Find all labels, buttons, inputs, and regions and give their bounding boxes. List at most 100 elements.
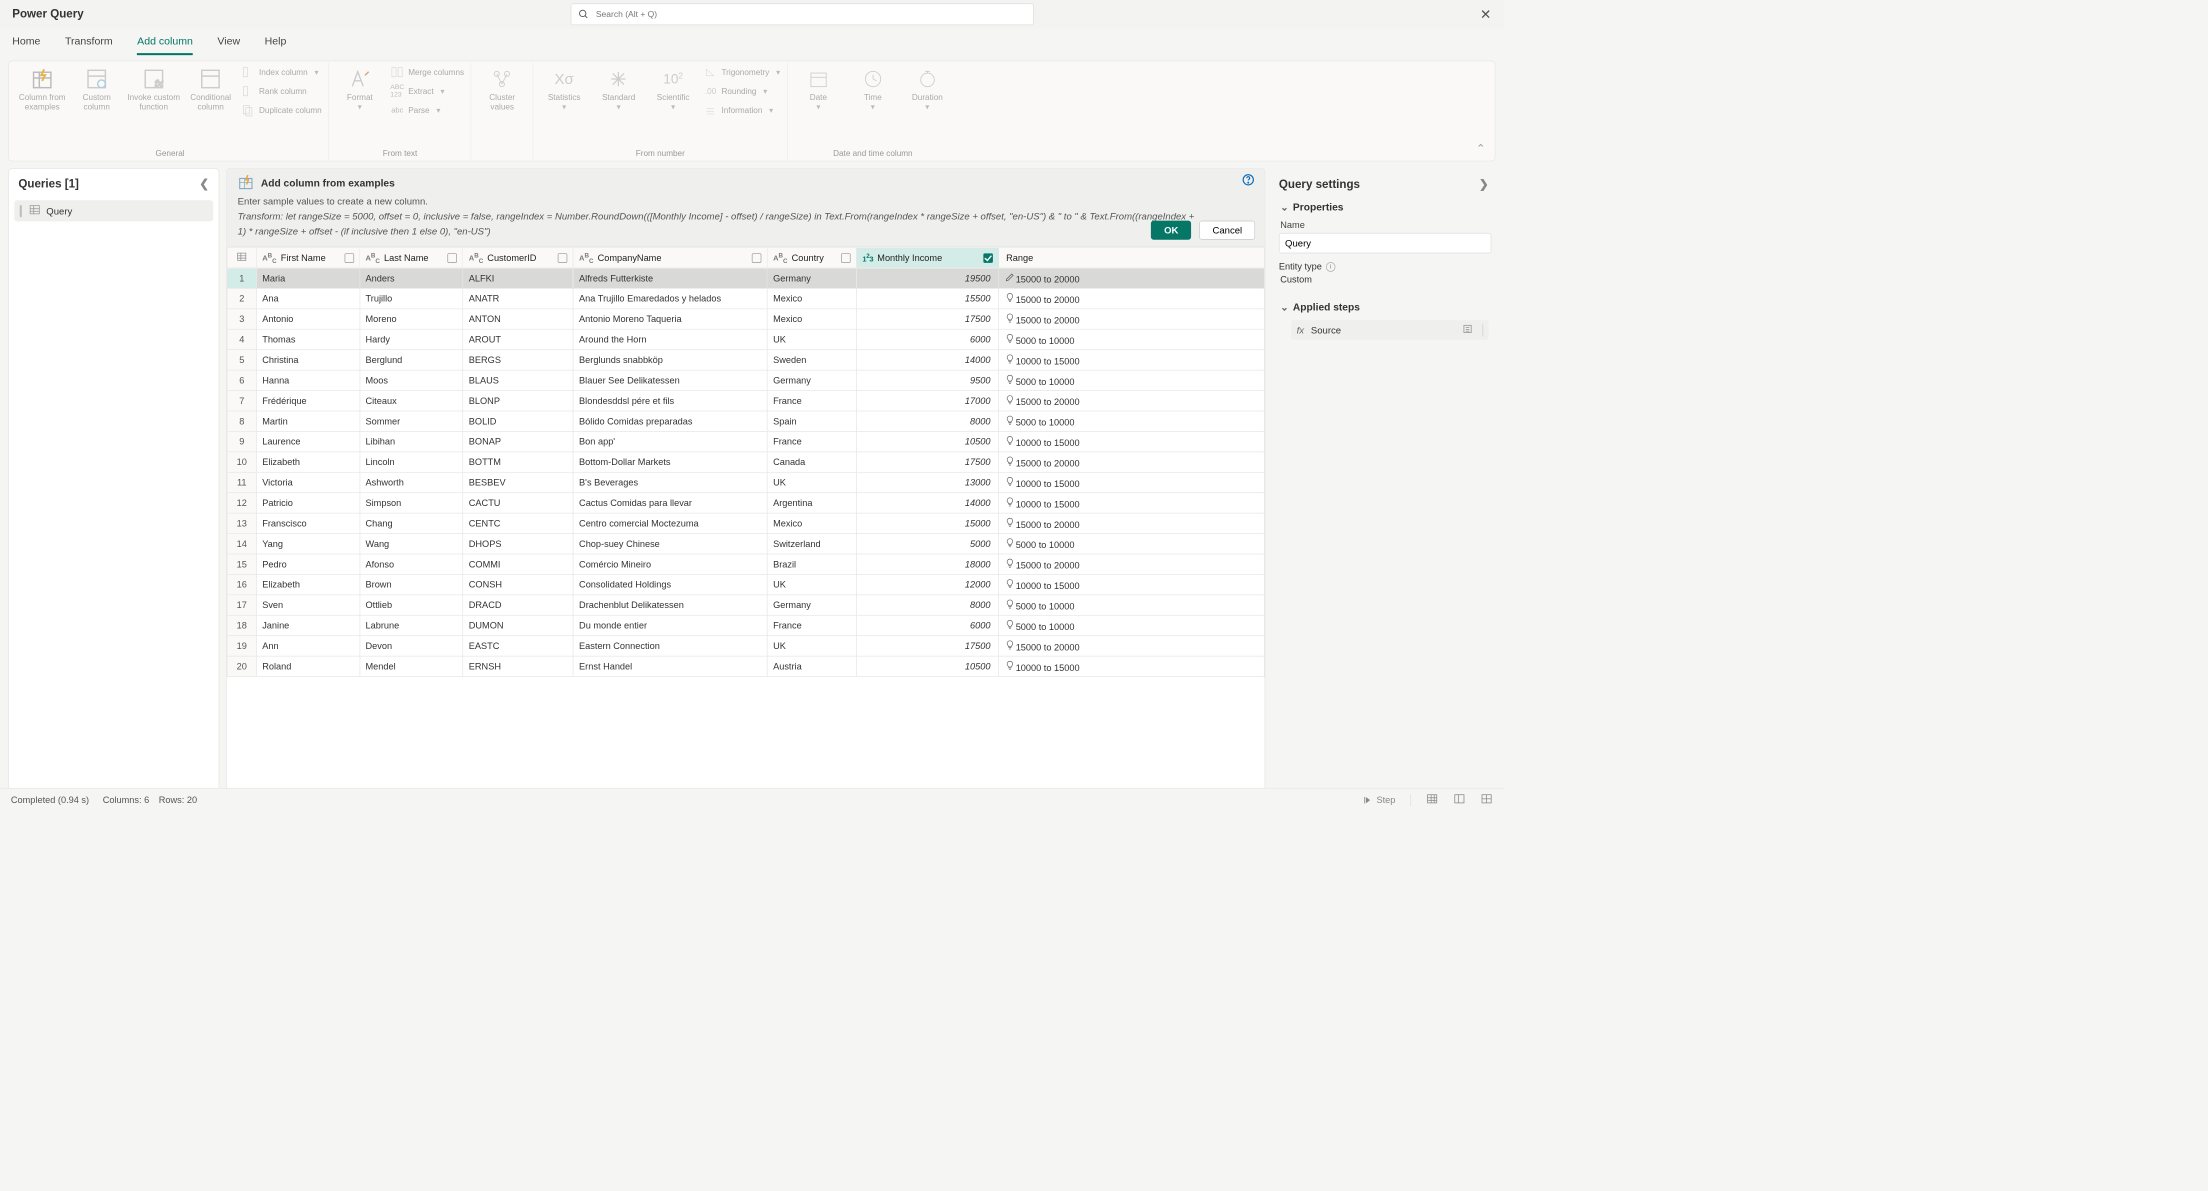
cell-company[interactable]: Centro comercial Moctezuma [573,513,767,533]
search-input[interactable]: Search (Alt + Q) [571,3,1034,25]
cell-income[interactable]: 14000 [857,493,999,513]
row-number[interactable]: 2 [227,289,256,309]
row-number[interactable]: 9 [227,432,256,452]
table-row[interactable]: 18JanineLabruneDUMONDu monde entierFranc… [227,616,1264,636]
cell-range[interactable]: 5000 to 10000 [999,616,1264,636]
cell-customer-id[interactable]: ANTON [463,309,573,329]
view-schema-icon[interactable] [1453,793,1465,807]
cell-country[interactable]: Spain [767,411,856,431]
cell-first-name[interactable]: Antonio [256,309,359,329]
col-header-company[interactable]: ABCCompanyName [573,248,767,268]
cell-income[interactable]: 17000 [857,391,999,411]
cell-customer-id[interactable]: CENTC [463,513,573,533]
row-number[interactable]: 5 [227,350,256,370]
cell-last-name[interactable]: Anders [360,268,463,288]
btn-conditional-column[interactable]: Conditional column [187,65,235,111]
cell-country[interactable]: Sweden [767,350,856,370]
cell-customer-id[interactable]: DUMON [463,616,573,636]
cell-customer-id[interactable]: BOTTM [463,452,573,472]
checkbox-icon[interactable] [448,253,458,263]
properties-section[interactable]: ⌄ Properties [1279,197,1491,217]
cancel-button[interactable]: Cancel [1200,221,1256,240]
cell-range[interactable]: 15000 to 20000 [999,636,1264,656]
checkbox-icon[interactable] [344,253,354,263]
cell-last-name[interactable]: Mendel [360,656,463,676]
table-row[interactable]: 20RolandMendelERNSHErnst HandelAustria10… [227,656,1264,676]
col-header-last-name[interactable]: ABCLast Name [360,248,463,268]
cell-customer-id[interactable]: DHOPS [463,534,573,554]
btn-invoke-custom-function[interactable]: fx Invoke custom function [127,65,180,111]
cell-customer-id[interactable]: ALFKI [463,268,573,288]
table-row[interactable]: 2AnaTrujilloANATRAna Trujillo Emaredados… [227,289,1264,309]
cell-company[interactable]: Drachenblut Delikatessen [573,595,767,615]
collapse-queries-icon[interactable]: ❮ [199,177,209,191]
table-row[interactable]: 6HannaMoosBLAUSBlauer See DelikatessenGe… [227,370,1264,390]
cell-last-name[interactable]: Chang [360,513,463,533]
cell-last-name[interactable]: Labrune [360,616,463,636]
cell-country[interactable]: Germany [767,595,856,615]
cell-company[interactable]: B's Beverages [573,473,767,493]
data-grid[interactable]: ABCFirst Name ABCLast Name ABCCustomerID… [227,247,1265,792]
cell-country[interactable]: Germany [767,268,856,288]
cell-country[interactable]: UK [767,330,856,350]
row-number[interactable]: 3 [227,309,256,329]
cell-customer-id[interactable]: BERGS [463,350,573,370]
cell-income[interactable]: 17500 [857,452,999,472]
btn-standard[interactable]: Standard▾ [595,65,643,111]
cell-customer-id[interactable]: COMMI [463,554,573,574]
row-number[interactable]: 6 [227,370,256,390]
btn-rank-column[interactable]: Rank column [241,84,321,98]
table-row[interactable]: 10ElizabethLincolnBOTTMBottom-Dollar Mar… [227,452,1264,472]
cell-last-name[interactable]: Berglund [360,350,463,370]
table-row[interactable]: 5ChristinaBerglundBERGSBerglunds snabbkö… [227,350,1264,370]
cell-first-name[interactable]: Elizabeth [256,452,359,472]
checkbox-icon[interactable] [752,253,762,263]
table-row[interactable]: 17SvenOttliebDRACDDrachenblut Delikatess… [227,595,1264,615]
cell-first-name[interactable]: Patricio [256,493,359,513]
table-row[interactable]: 1MariaAndersALFKIAlfreds FutterkisteGerm… [227,268,1264,288]
cell-customer-id[interactable]: DRACD [463,595,573,615]
cell-country[interactable]: Mexico [767,513,856,533]
cell-company[interactable]: Consolidated Holdings [573,575,767,595]
col-header-customer-id[interactable]: ABCCustomerID [463,248,573,268]
col-header-first-name[interactable]: ABCFirst Name [256,248,359,268]
cell-customer-id[interactable]: ANATR [463,289,573,309]
tab-transform[interactable]: Transform [65,35,113,55]
cell-first-name[interactable]: Ana [256,289,359,309]
cell-country[interactable]: Argentina [767,493,856,513]
row-number[interactable]: 8 [227,411,256,431]
table-row[interactable]: 3AntonioMorenoANTONAntonio Moreno Taquer… [227,309,1264,329]
cell-first-name[interactable]: Hanna [256,370,359,390]
btn-duration[interactable]: Duration▾ [904,65,952,111]
btn-information[interactable]: Information▾ [704,104,780,118]
row-number[interactable]: 14 [227,534,256,554]
cell-company[interactable]: Ana Trujillo Emaredados y helados [573,289,767,309]
btn-duplicate-column[interactable]: Duplicate column [241,104,321,118]
col-header-country[interactable]: ABCCountry [767,248,856,268]
cell-last-name[interactable]: Ottlieb [360,595,463,615]
cell-first-name[interactable]: Laurence [256,432,359,452]
cell-company[interactable]: Bólido Comidas preparadas [573,411,767,431]
row-number[interactable]: 12 [227,493,256,513]
cell-first-name[interactable]: Sven [256,595,359,615]
cell-company[interactable]: Blondesddsl pére et fils [573,391,767,411]
cell-last-name[interactable]: Citeaux [360,391,463,411]
checkbox-icon[interactable] [841,253,851,263]
cell-company[interactable]: Bottom-Dollar Markets [573,452,767,472]
tab-view[interactable]: View [217,35,240,55]
table-row[interactable]: 7FrédériqueCiteauxBLONPBlondesddsl pére … [227,391,1264,411]
col-header-range[interactable]: Range [999,248,1264,268]
step-nav[interactable]: Step [1363,795,1396,805]
cell-income[interactable]: 19500 [857,268,999,288]
cell-customer-id[interactable]: BESBEV [463,473,573,493]
cell-last-name[interactable]: Moreno [360,309,463,329]
cell-customer-id[interactable]: BOLID [463,411,573,431]
row-number[interactable]: 20 [227,656,256,676]
row-number[interactable]: 4 [227,330,256,350]
cell-income[interactable]: 17500 [857,636,999,656]
corner-cell[interactable] [227,248,256,268]
cell-country[interactable]: Canada [767,452,856,472]
btn-extract[interactable]: ABC123 Extract▾ [391,84,465,98]
view-table-icon[interactable] [1426,793,1438,807]
table-row[interactable]: 14YangWangDHOPSChop-suey ChineseSwitzerl… [227,534,1264,554]
